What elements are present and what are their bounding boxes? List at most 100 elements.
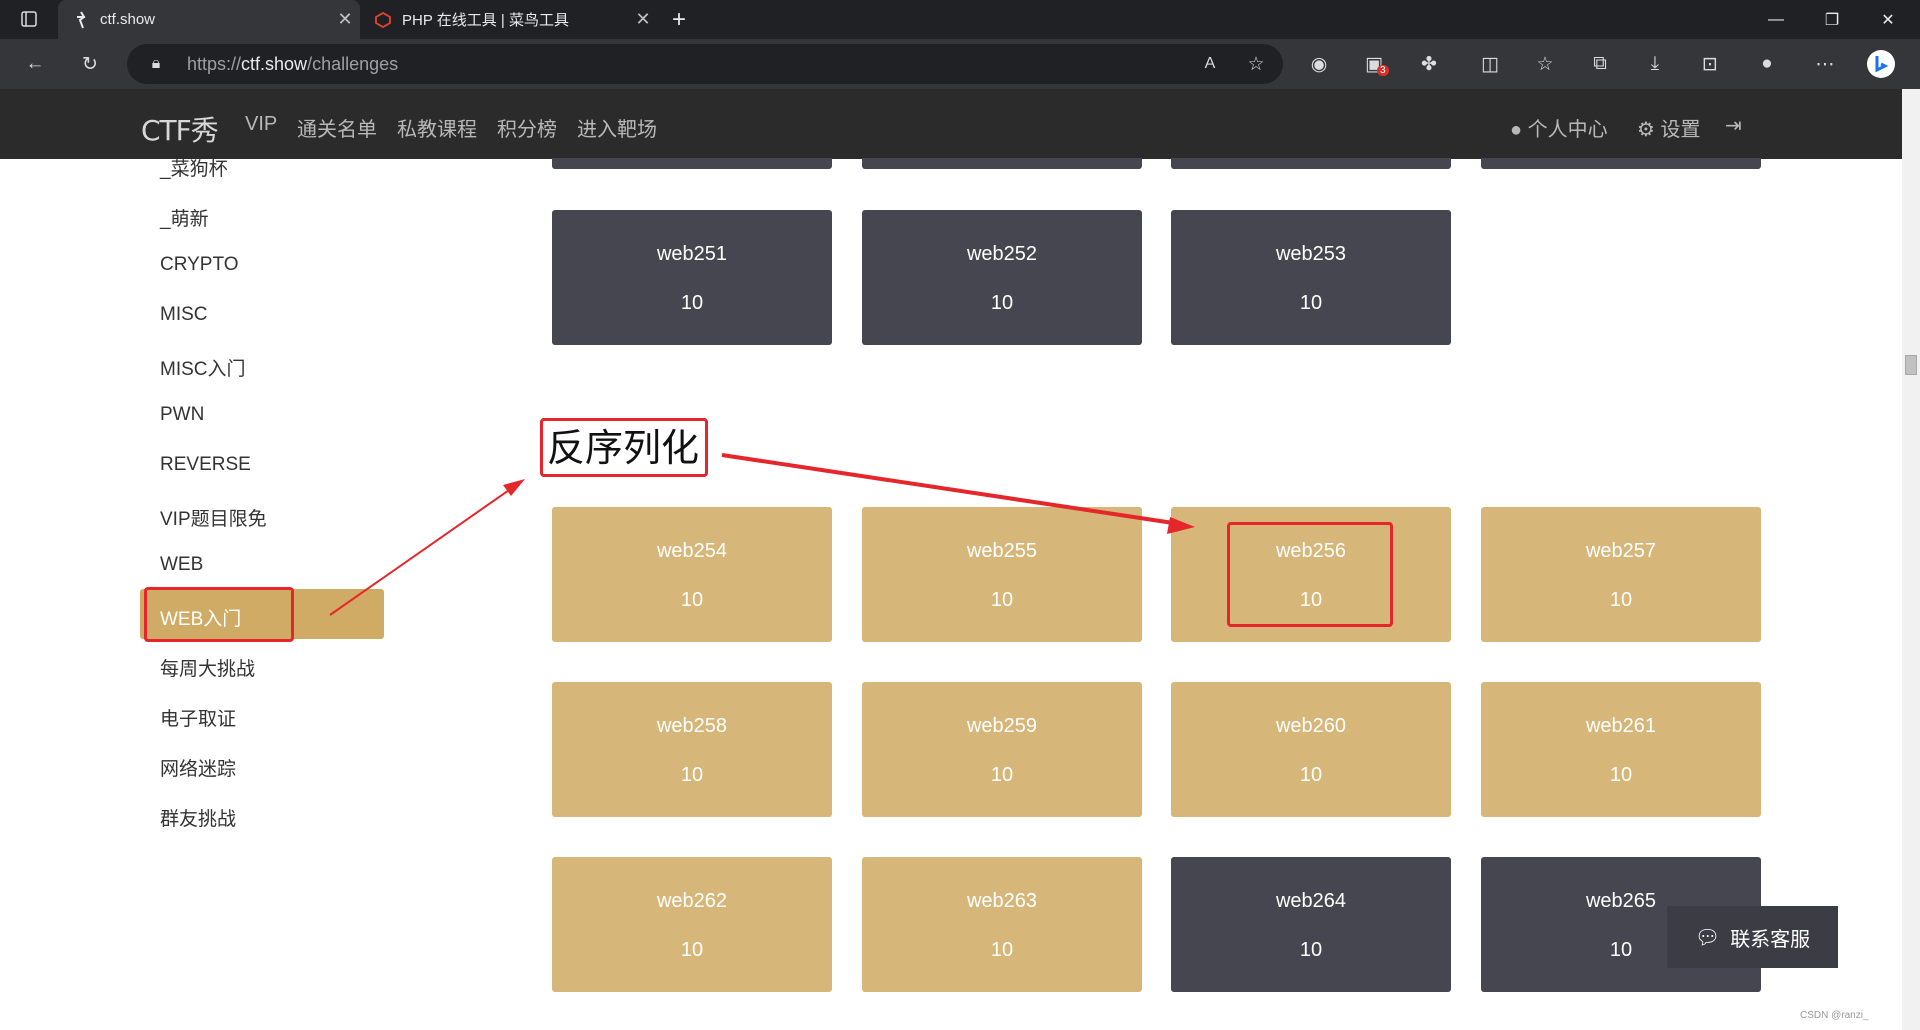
user-center-link[interactable]: ● 个人中心: [1510, 113, 1608, 142]
sidebar-item-mengxin[interactable]: _萌新: [160, 204, 209, 231]
sidebar-item-misc-intro[interactable]: MISC入门: [160, 354, 246, 381]
new-tab-icon[interactable]: +: [652, 0, 706, 39]
annotation-label: 反序列化: [547, 426, 700, 470]
challenge-card-partial[interactable]: [1171, 158, 1451, 169]
contact-support-label: 联系客服: [1730, 928, 1811, 951]
back-icon[interactable]: ←: [20, 49, 50, 79]
challenge-name: web252: [966, 243, 1038, 265]
sidebar-item-caigoubei[interactable]: _菜狗杯: [160, 154, 228, 181]
challenge-points: 10: [680, 292, 704, 314]
tab-title: ctf.show: [100, 11, 156, 28]
challenge-card[interactable]: web264 10: [1171, 857, 1451, 992]
challenge-card-partial[interactable]: [862, 158, 1142, 169]
sidebar-item-reverse[interactable]: REVERSE: [160, 454, 251, 476]
browser-tab-strip: ctf.show ✕ PHP 在线工具 | 菜鸟工具 ✕ + — ❐ ✕: [0, 0, 1920, 39]
sidebar-item-osint[interactable]: 网络迷踪: [160, 754, 236, 781]
challenge-points: 10: [990, 292, 1014, 314]
nav-scoreboard[interactable]: 积分榜: [497, 113, 557, 142]
challenge-points: 10: [680, 764, 704, 786]
favorites-icon[interactable]: ☆: [1530, 49, 1560, 79]
challenge-card[interactable]: web263 10: [862, 857, 1142, 992]
challenge-card[interactable]: web262 10: [552, 857, 832, 992]
scrollbar-thumb[interactable]: [1905, 355, 1917, 375]
challenge-card[interactable]: web254 10: [552, 507, 832, 642]
split-screen-icon[interactable]: ◫: [1475, 49, 1505, 79]
challenge-points: 10: [1299, 292, 1323, 314]
sidebar-item-pwn[interactable]: PWN: [160, 404, 204, 426]
lock-icon[interactable]: 🔒︎: [141, 49, 171, 79]
chat-icon: 💬︎: [1694, 926, 1721, 949]
challenge-name: web257: [1585, 540, 1657, 562]
profile-avatar[interactable]: ●: [1752, 49, 1782, 79]
read-aloud-icon[interactable]: A: [1195, 49, 1225, 79]
challenge-points: 10: [1609, 764, 1633, 786]
challenge-points: 10: [680, 589, 704, 611]
challenge-points: 10: [1609, 589, 1633, 611]
bing-icon[interactable]: [1866, 49, 1896, 79]
tab-actions-icon[interactable]: [14, 4, 44, 34]
runoob-icon: [374, 11, 392, 29]
annotation-box-sidebar: [144, 587, 294, 642]
nav-vip[interactable]: VIP: [245, 113, 277, 136]
challenge-card[interactable]: web257 10: [1481, 507, 1761, 642]
logout-icon[interactable]: ⇥: [1725, 113, 1742, 138]
close-tab-icon[interactable]: ✕: [330, 9, 360, 30]
page-scrollbar[interactable]: [1902, 89, 1920, 1030]
minimize-icon[interactable]: —: [1748, 0, 1804, 39]
extension-icon[interactable]: ▣ 3: [1359, 49, 1389, 79]
sidebar-item-crypto[interactable]: CRYPTO: [160, 254, 239, 276]
challenge-points: 10: [1299, 939, 1323, 961]
challenge-card-partial[interactable]: [1481, 158, 1761, 169]
challenge-card[interactable]: web252 10: [862, 210, 1142, 345]
reload-icon[interactable]: ↻: [75, 49, 105, 79]
sidebar-item-vip-free[interactable]: VIP题目限免: [160, 504, 267, 531]
screenshot-icon[interactable]: ⊡: [1695, 49, 1725, 79]
collections-icon[interactable]: ⧉: [1585, 49, 1615, 79]
download-icon[interactable]: ⤓: [1640, 49, 1670, 79]
extension-avatar-icon[interactable]: ◉: [1304, 49, 1334, 79]
challenge-name: web259: [966, 715, 1038, 737]
gear-icon: ⚙: [1637, 119, 1655, 141]
sidebar-item-misc[interactable]: MISC: [160, 304, 208, 326]
sidebar-item-web[interactable]: WEB: [160, 554, 203, 576]
restore-icon[interactable]: ❐: [1804, 0, 1860, 39]
challenge-name: web254: [656, 540, 728, 562]
arrow-head: [503, 479, 525, 496]
challenge-card[interactable]: web251 10: [552, 210, 832, 345]
contact-support-button[interactable]: 💬︎ 联系客服: [1667, 906, 1838, 968]
challenge-points: 10: [990, 939, 1014, 961]
close-window-icon[interactable]: ✕: [1860, 0, 1916, 39]
challenge-points: 10: [990, 764, 1014, 786]
tab-runoob[interactable]: PHP 在线工具 | 菜鸟工具 ✕: [360, 0, 658, 39]
challenge-name: web261: [1585, 715, 1657, 737]
challenge-name: web253: [1275, 243, 1347, 265]
tab-ctfshow[interactable]: ctf.show ✕: [58, 0, 360, 39]
extension-badge: 3: [1377, 65, 1389, 76]
challenge-card[interactable]: web255 10: [862, 507, 1142, 642]
extensions-puzzle-icon[interactable]: ✤: [1414, 49, 1444, 79]
url-text[interactable]: https://ctf.show/challenges: [187, 54, 398, 75]
challenge-card[interactable]: web253 10: [1171, 210, 1451, 345]
address-bar[interactable]: 🔒︎ https://ctf.show/challenges A ☆: [127, 44, 1283, 84]
challenge-points: 10: [1299, 764, 1323, 786]
site-logo[interactable]: CTF秀: [141, 109, 219, 149]
challenge-name: web263: [966, 890, 1038, 912]
sidebar-item-weekly[interactable]: 每周大挑战: [160, 654, 255, 681]
sidebar-item-group[interactable]: 群友挑战: [160, 804, 236, 831]
watermark: CSDN @ranzi_: [1800, 1010, 1869, 1021]
challenge-name: web264: [1275, 890, 1347, 912]
browser-toolbar: ← ↻ 🔒︎ https://ctf.show/challenges A ☆ ◉…: [0, 39, 1920, 89]
challenge-card-partial[interactable]: [552, 158, 832, 169]
add-favorite-icon[interactable]: ☆: [1241, 49, 1271, 79]
nav-pass-list[interactable]: 通关名单: [297, 113, 377, 142]
challenge-card[interactable]: web259 10: [862, 682, 1142, 817]
challenge-name: web258: [656, 715, 728, 737]
nav-private-course[interactable]: 私教课程: [397, 113, 477, 142]
challenge-card[interactable]: web258 10: [552, 682, 832, 817]
nav-enter-range[interactable]: 进入靶场: [577, 113, 657, 142]
more-menu-icon[interactable]: ⋯: [1810, 49, 1840, 79]
challenge-card[interactable]: web260 10: [1171, 682, 1451, 817]
sidebar-item-forensics[interactable]: 电子取证: [160, 704, 236, 731]
challenge-card[interactable]: web261 10: [1481, 682, 1761, 817]
settings-link[interactable]: ⚙ 设置: [1637, 113, 1701, 142]
